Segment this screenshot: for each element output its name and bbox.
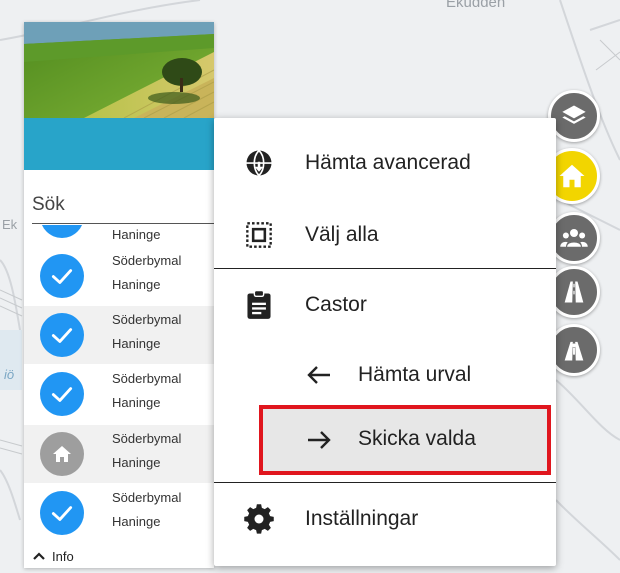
menu-label: Välj alla [305,223,379,246]
list-item[interactable]: Söderbymal Haninge [24,247,214,305]
layers-icon [562,105,586,124]
menu-label: Hämta avancerad [305,151,471,174]
list-item[interactable]: Söderbymal Haninge [24,365,214,423]
item-municipality: Haninge [112,277,161,292]
list-item[interactable]: Haninge [24,225,214,245]
item-title: Söderbymal [112,253,182,268]
search-input[interactable] [32,187,214,224]
check-circle-icon[interactable] [40,313,84,357]
search-panel: Haninge Söderbymal Haninge Söderbymal Ha… [24,22,214,568]
item-municipality: Haninge [112,514,161,529]
road-person-icon [564,341,584,361]
check-circle-icon[interactable] [40,225,84,238]
item-municipality: Haninge [112,455,161,470]
menu-item-castor[interactable]: Castor [214,272,556,338]
check-circle-icon[interactable] [40,372,84,416]
menu-divider [214,268,556,269]
check-circle-icon[interactable] [40,491,84,535]
list-item[interactable]: Söderbymal Haninge [24,425,214,483]
map-place-label: Ekudden [446,0,506,11]
select-all-icon [244,220,274,250]
group-icon [560,229,588,247]
item-title: Söderbymal [112,312,182,327]
home-icon [559,164,585,188]
menu-item-fetch-selection[interactable]: Hämta urval [214,342,556,408]
menu-label: Hämta urval [358,363,472,386]
menu-item-select-all[interactable]: Välj alla [214,202,556,268]
gear-icon [244,504,274,534]
list-item[interactable]: Söderbymal Haninge [24,306,214,364]
home-circle-icon[interactable] [40,432,84,476]
menu-divider [214,482,556,483]
menu-label: Castor [305,293,367,316]
check-circle-icon[interactable] [40,254,84,298]
item-municipality: Haninge [112,227,161,242]
item-title: Söderbymal [112,371,182,386]
clipboard-icon [244,290,274,320]
chevron-up-icon [33,552,45,560]
road-icon [564,281,584,303]
list-item[interactable]: Söderbymal Haninge [24,484,214,542]
arrow-left-icon [302,360,336,390]
menu-label: Skicka valda [358,427,476,450]
header-image [24,22,214,118]
item-municipality: Haninge [112,395,161,410]
panel-header-bar [24,118,214,170]
info-toggle[interactable]: Info [24,544,222,568]
map-place-label: Ek [2,217,18,232]
item-title: Söderbymal [112,431,182,446]
landscape-photo [24,22,214,118]
menu-item-settings[interactable]: Inställningar [214,486,556,552]
arrow-right-icon [302,425,336,455]
globe-download-icon [244,148,274,178]
context-menu: Hämta avancerad Välj alla Castor Hämta u… [214,118,556,566]
menu-item-send-selected[interactable]: Skicka valda [259,405,551,475]
item-title: Söderbymal [112,490,182,505]
result-list[interactable]: Haninge Söderbymal Haninge Söderbymal Ha… [24,225,214,545]
menu-item-download-advanced[interactable]: Hämta avancerad [214,130,556,196]
info-label: Info [52,548,74,564]
item-municipality: Haninge [112,336,161,351]
menu-label: Inställningar [305,507,419,530]
map-place-label: iö [4,367,15,382]
